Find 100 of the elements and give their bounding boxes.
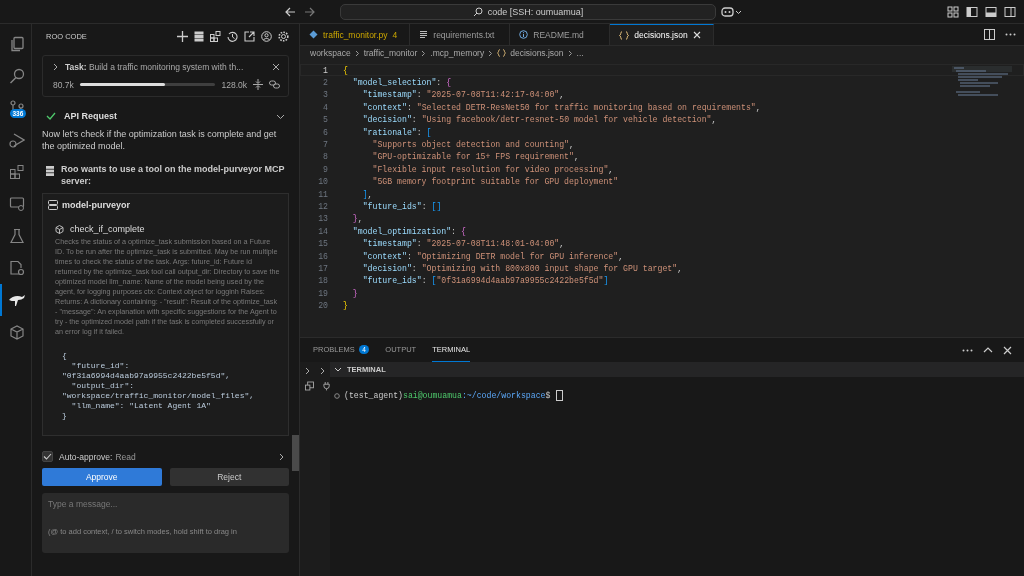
- chevron-right-icon: [567, 49, 573, 57]
- breadcrumb-item[interactable]: .mcp_memory: [430, 48, 485, 58]
- code-line: "GPU-optimizable for 15+ FPS requirement",: [371, 152, 579, 162]
- code-line: ],: [361, 189, 373, 199]
- line-number: 7: [322, 140, 328, 150]
- json-file-icon: [619, 30, 630, 40]
- server-icon[interactable]: [194, 30, 204, 42]
- search-icon: [8, 68, 25, 84]
- code-line: "rationale": [: [361, 127, 432, 137]
- command-center-text: code [SSH: oumuamua]: [487, 6, 584, 17]
- kangaroo-icon: [7, 293, 26, 307]
- code-line: "future_ids": []: [361, 202, 442, 211]
- code-line: },: [351, 214, 363, 224]
- line-number: 10: [317, 177, 328, 187]
- auto-approve-value[interactable]: Read: [115, 451, 136, 462]
- run-debug-icon: [8, 132, 25, 148]
- settings-icon[interactable]: [278, 30, 289, 42]
- file-gear-icon: [8, 260, 25, 276]
- split-editor-icon[interactable]: [984, 29, 995, 40]
- condense-icon[interactable]: [253, 79, 263, 90]
- plug-icon[interactable]: [322, 381, 330, 391]
- secondary-sidebar-icon[interactable]: [1004, 5, 1016, 18]
- account-icon[interactable]: [261, 30, 272, 42]
- code-line: "0f31a6994d4aab97a9955c2422be5f5d",: [62, 371, 232, 381]
- code-line: "timestamp": "2025-07-08T11:42:17-04:00",: [361, 90, 565, 100]
- grid-icon[interactable]: [210, 30, 221, 42]
- status-circle-icon: [334, 392, 340, 399]
- auto-approve-label: Auto-approve:: [59, 451, 113, 462]
- line-number: 12: [317, 202, 328, 211]
- line-number: 11: [317, 189, 328, 199]
- line-number: 18: [317, 276, 328, 286]
- chevron-right-icon[interactable]: [320, 367, 326, 375]
- flask-icon: [8, 228, 25, 244]
- forward-icon[interactable]: [304, 5, 316, 18]
- code-line: }: [343, 301, 348, 311]
- line-number: 3: [322, 90, 328, 100]
- approve-button[interactable]: Approve: [42, 468, 162, 486]
- line-number: 16: [317, 251, 328, 261]
- checkbox[interactable]: [42, 451, 53, 462]
- code-line: "decision": "Using facebook/detr-resnet-50 model for vehicle detection",: [361, 115, 717, 125]
- line-number: 4: [322, 102, 328, 112]
- server-icon: [48, 200, 58, 210]
- terminal-prompt: (test_agent)sai@oumuamua:~/code/workspace$: [344, 391, 551, 400]
- link-icon[interactable]: [269, 80, 280, 89]
- maximize-icon[interactable]: [983, 347, 993, 353]
- breadcrumb-item[interactable]: traffic_monitor: [363, 48, 418, 58]
- remote-explorer-icon: [8, 196, 25, 212]
- tool-name: check_if_complete: [70, 224, 145, 234]
- editor-tab[interactable]: requirements.txt: [410, 24, 511, 45]
- scrollbar-thumb[interactable]: [292, 435, 299, 471]
- editor-tab[interactable]: traffic_monitor.py 4: [300, 24, 411, 45]
- code-line: "context": "Optimizing DETR model for GPU inference",: [361, 251, 624, 261]
- breadcrumb-item[interactable]: ...: [576, 48, 584, 58]
- breadcrumb-item[interactable]: decisions.json: [510, 48, 564, 58]
- code-line: "Flexible input resolution for video processing",: [371, 164, 614, 174]
- code-line: "model_selection": {: [351, 78, 452, 88]
- close-icon[interactable]: [272, 63, 280, 71]
- code-line: "future_ids": ["0f31a6994d4aab97a9955c2422be5f5d"]: [361, 276, 609, 286]
- reject-button[interactable]: Reject: [169, 468, 289, 486]
- line-number: 2: [322, 78, 328, 88]
- problem-count: 4: [392, 29, 398, 40]
- panel-toggle-icon[interactable]: [985, 5, 997, 18]
- line-number: 17: [317, 263, 328, 273]
- history-icon[interactable]: [227, 30, 238, 42]
- breadcrumb-item[interactable]: workspace: [310, 48, 351, 58]
- sidebar-toggle-icon[interactable]: [966, 5, 978, 18]
- message-field[interactable]: Type a message...: [48, 499, 283, 509]
- tokens-used: 80.7k: [53, 79, 74, 90]
- line-number: 5: [322, 115, 328, 125]
- extensions-icon: [8, 164, 25, 180]
- line-number: 13: [317, 214, 328, 224]
- more-icon[interactable]: [1005, 33, 1016, 36]
- line-number: 8: [322, 152, 328, 162]
- chevron-right-icon[interactable]: [53, 63, 59, 71]
- chevron-right-icon[interactable]: [305, 367, 311, 375]
- terminal-cursor: [556, 390, 564, 401]
- code-line: "context": "Selected DETR-ResNet50 for traffic monitoring based on requirements",: [361, 102, 761, 112]
- code-line: {: [62, 351, 68, 361]
- json-file-icon: [497, 49, 507, 57]
- files-icon: [8, 36, 25, 52]
- request-title: API Request: [64, 111, 118, 121]
- search-icon: [472, 6, 483, 17]
- popout-icon[interactable]: [244, 30, 255, 42]
- close-icon[interactable]: [1003, 345, 1012, 355]
- line-number: 15: [317, 239, 328, 249]
- chevron-right-icon[interactable]: [279, 452, 285, 461]
- code-line: "future_id":: [70, 361, 131, 371]
- plus-icon[interactable]: [177, 30, 188, 42]
- chevron-right-icon: [421, 49, 427, 57]
- more-icon[interactable]: [962, 348, 973, 352]
- chevron-down-icon: [334, 366, 342, 373]
- code-line: "output_dir":: [70, 381, 135, 391]
- code-line: "Supports object detection and counting",: [371, 140, 574, 150]
- command-center[interactable]: code [SSH: oumuamua]: [340, 3, 716, 20]
- code-line: "llm_name": "Latent Agent 1A": [70, 401, 212, 411]
- back-icon[interactable]: [284, 5, 296, 18]
- layout-icon[interactable]: [947, 5, 959, 18]
- editor-tab[interactable]: decisions.json: [610, 24, 714, 45]
- terminal-window-icon[interactable]: [305, 381, 314, 391]
- code-line: "model_optimization": {: [351, 226, 466, 236]
